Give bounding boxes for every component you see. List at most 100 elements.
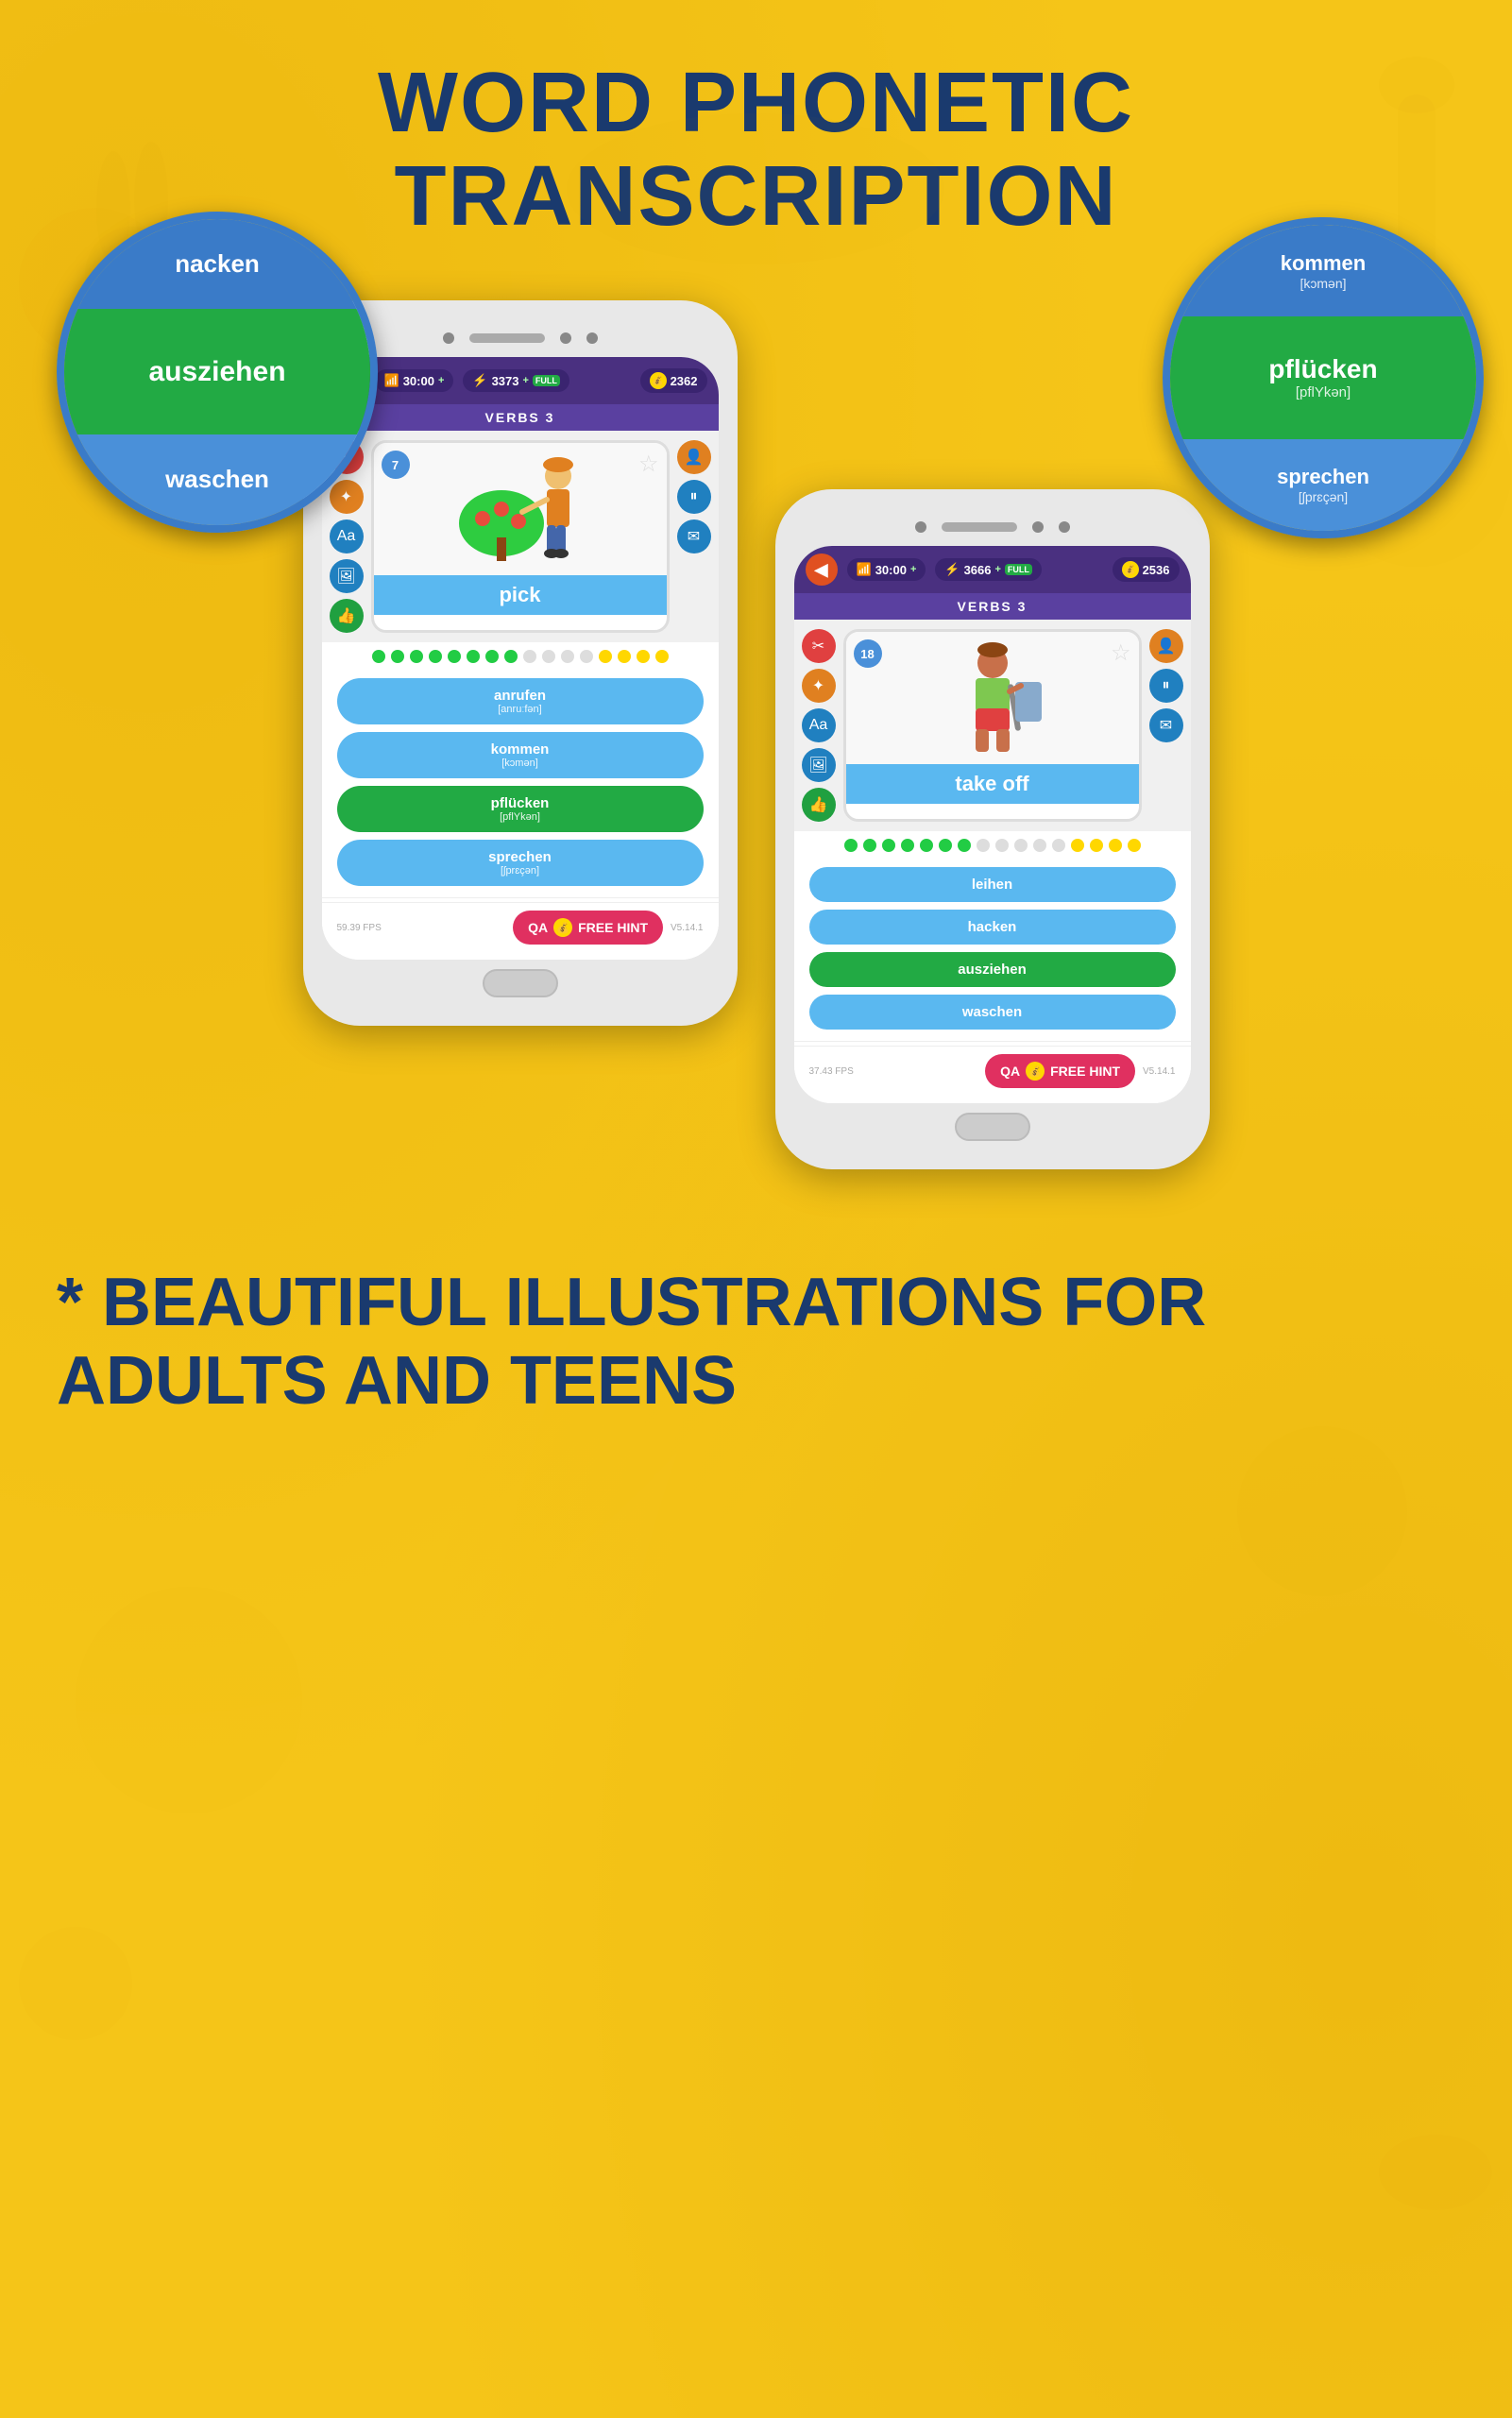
card-word-2: take off xyxy=(846,764,1139,804)
dot-2-4 xyxy=(901,839,914,852)
card-area-1: ✂ ✦ Aa 🖼 👍 7 ☆ xyxy=(322,431,719,642)
coin-value-2: 2536 xyxy=(1143,563,1170,577)
dot-1-15 xyxy=(637,650,650,663)
answer-word-2-4: waschen xyxy=(828,1004,1157,1020)
card-image-1 xyxy=(374,443,667,575)
dot-2-15 xyxy=(1109,839,1122,852)
btn-star-2[interactable]: ✦ xyxy=(802,669,836,703)
answer-word-1-1: anrufen xyxy=(356,688,685,704)
hint-button-1[interactable]: QA 💰 FREE HINT xyxy=(513,911,663,945)
answer-1-1[interactable]: anrufen [anruːfən] xyxy=(337,678,704,724)
btn-mail-2[interactable]: ✉ xyxy=(1149,708,1183,742)
bottom-circle-content: nacken ausziehen waschen xyxy=(64,219,370,525)
wifi-icon-2: 📶 xyxy=(857,562,872,577)
answers-1: anrufen [anruːfən] kommen [kɔmən] pflück… xyxy=(322,671,719,894)
answer-2-2[interactable]: hacken xyxy=(809,910,1176,945)
rp-phonetic-1: [kɔmən] xyxy=(1300,276,1346,291)
answer-phonetic-1-2: [kɔmən] xyxy=(356,758,685,769)
dot-1-12 xyxy=(580,650,593,663)
phone-1-header: ◀ 📶 30:00 + ⚡ 3373 + FULL xyxy=(322,357,719,404)
btn-mail-1[interactable]: ✉ xyxy=(677,519,711,553)
bc-word-3: waschen xyxy=(165,465,269,494)
answer-word-2-2: hacken xyxy=(828,919,1157,935)
bc-word-2: ausziehen xyxy=(148,356,285,388)
btn-pause-2[interactable]: ⏸ xyxy=(1149,669,1183,703)
time-plus-1: + xyxy=(438,375,444,386)
score-value-2: 3666 xyxy=(964,563,992,577)
card-star-2[interactable]: ☆ xyxy=(1111,639,1131,667)
hint-coin-icon-2: 💰 xyxy=(1026,1062,1045,1081)
card-star-1[interactable]: ☆ xyxy=(638,451,659,478)
card-image-2 xyxy=(846,632,1139,764)
hint-bar-2: 37.43 FPS QA 💰 FREE HINT V5.14.1 xyxy=(794,1046,1191,1103)
category-label-1: VERBS 3 xyxy=(322,404,719,431)
answer-2-3[interactable]: ausziehen xyxy=(809,952,1176,987)
score-plus-1: + xyxy=(522,375,528,386)
side-buttons-right-1: 👤 ⏸ ✉ xyxy=(677,440,711,633)
btn-scissors-2[interactable]: ✂ xyxy=(802,629,836,663)
fps-label-2: 37.43 FPS xyxy=(809,1066,854,1077)
answer-2-1[interactable]: leihen xyxy=(809,867,1176,902)
dot-1-6 xyxy=(467,650,480,663)
hint-qa-icon-2: QA xyxy=(1000,1064,1020,1079)
phone-2-dot-1 xyxy=(915,521,926,533)
btn-star-1[interactable]: ✦ xyxy=(330,480,364,514)
version-label-2: V5.14.1 xyxy=(1143,1066,1175,1077)
wifi-icon-1: 📶 xyxy=(384,373,399,388)
btn-font-1[interactable]: Aa xyxy=(330,519,364,553)
btn-person-2[interactable]: 👤 xyxy=(1149,629,1183,663)
hint-qa-icon-1: QA xyxy=(528,920,548,935)
answer-word-2-1: leihen xyxy=(828,877,1157,893)
hint-button-2[interactable]: QA 💰 FREE HINT xyxy=(985,1054,1135,1088)
rp-word-2: pflücken xyxy=(1268,354,1377,384)
dot-2-1 xyxy=(844,839,858,852)
phone-2-dot-2 xyxy=(1032,521,1044,533)
answer-2-4[interactable]: waschen xyxy=(809,995,1176,1030)
btn-thumb-1[interactable]: 👍 xyxy=(330,599,364,633)
phone-1-app: ◀ 📶 30:00 + ⚡ 3373 + FULL xyxy=(322,357,719,960)
dot-1-8 xyxy=(504,650,518,663)
dot-2-14 xyxy=(1090,839,1103,852)
dot-2-2 xyxy=(863,839,876,852)
phone-2-top-bar xyxy=(794,508,1191,546)
bc-item-2: ausziehen xyxy=(64,309,370,434)
dot-1-10 xyxy=(542,650,555,663)
coin-stat-1: 💰 2362 xyxy=(640,368,707,393)
word-card-2: 18 ☆ xyxy=(843,629,1142,822)
phone-2-home-btn[interactable] xyxy=(955,1113,1030,1141)
version-label-1: V5.14.1 xyxy=(671,923,703,933)
answer-word-2-3: ausziehen xyxy=(828,962,1157,978)
btn-person-1[interactable]: 👤 xyxy=(677,440,711,474)
fps-label-1: 59.39 FPS xyxy=(337,923,382,933)
dot-1-13 xyxy=(599,650,612,663)
phone-1-top-bar xyxy=(322,319,719,357)
answer-1-3[interactable]: pflücken [pflYkən] xyxy=(337,786,704,832)
answer-1-4[interactable]: sprechen [ʃprɛçən] xyxy=(337,840,704,886)
btn-thumb-2[interactable]: 👍 xyxy=(802,788,836,822)
coin-stat-2: 💰 2536 xyxy=(1113,557,1180,582)
phone-1-bottom-bar xyxy=(322,960,719,1007)
rp-item-2: pflücken [pflYkən] xyxy=(1170,316,1476,439)
phone-1-home-btn[interactable] xyxy=(483,969,558,997)
answers-2: leihen hacken ausziehen waschen xyxy=(794,860,1191,1037)
dot-2-16 xyxy=(1128,839,1141,852)
answer-word-1-3: pflücken xyxy=(356,795,685,811)
time-plus-2: + xyxy=(910,564,916,575)
btn-font-2[interactable]: Aa xyxy=(802,708,836,742)
lightning-icon-1: ⚡ xyxy=(472,373,487,388)
dot-2-11 xyxy=(1033,839,1046,852)
category-label-2: VERBS 3 xyxy=(794,593,1191,620)
dot-2-9 xyxy=(995,839,1009,852)
btn-pause-1[interactable]: ⏸ xyxy=(677,480,711,514)
btn-image-1[interactable]: 🖼 xyxy=(330,559,364,593)
answer-1-2[interactable]: kommen [kɔmən] xyxy=(337,732,704,778)
dot-2-7 xyxy=(958,839,971,852)
dot-1-16 xyxy=(655,650,669,663)
dot-2-10 xyxy=(1014,839,1028,852)
time-stat-2: 📶 30:00 + xyxy=(847,558,926,581)
btn-image-2[interactable]: 🖼 xyxy=(802,748,836,782)
page-container: WORD PHONETIC TRANSCRIPTION ◀ 📶 xyxy=(0,0,1512,1496)
card-number-1: 7 xyxy=(382,451,410,479)
divider-1 xyxy=(322,897,719,898)
back-button-2[interactable]: ◀ xyxy=(806,553,838,586)
